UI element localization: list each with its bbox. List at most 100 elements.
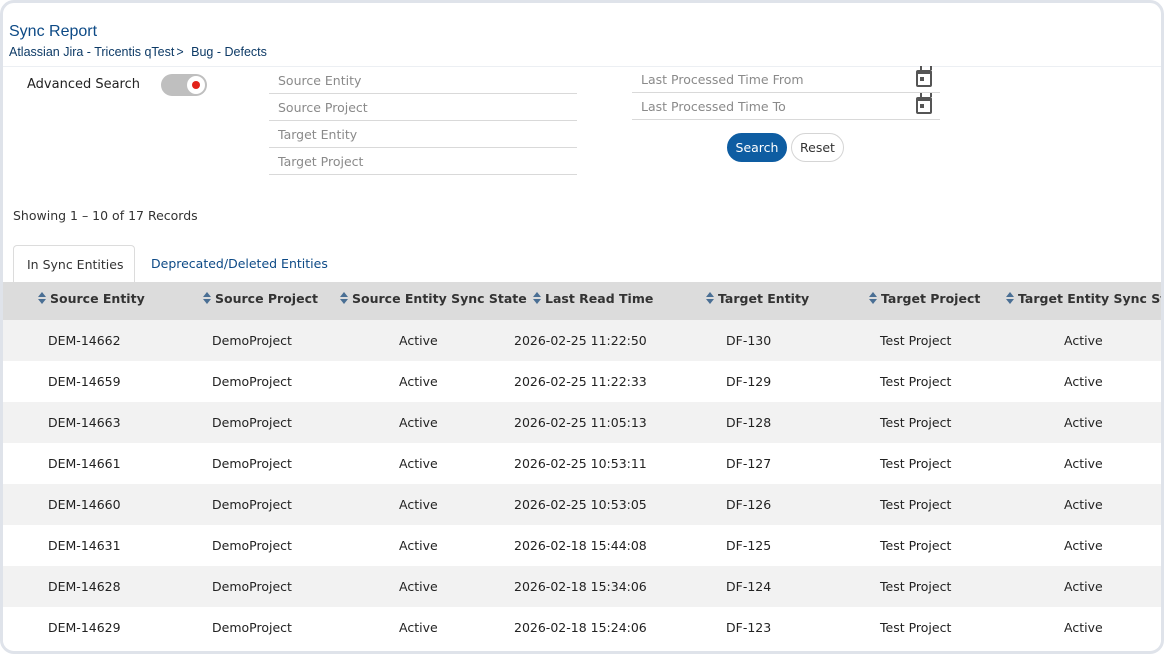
- cell-source-entity[interactable]: DEM-14662: [48, 320, 121, 361]
- sort-icon[interactable]: [706, 291, 714, 304]
- column-header-label: Target Project: [881, 291, 981, 306]
- sort-icon[interactable]: [533, 291, 541, 304]
- cell-target-entity[interactable]: DF-125: [726, 525, 771, 566]
- last-processed-from-field[interactable]: Last Processed Time From: [632, 66, 940, 93]
- column-header-label: Target Entity Sync State: [1018, 291, 1161, 306]
- cell-target-sync-state: Active: [1064, 374, 1103, 389]
- page-title: Sync Report: [9, 23, 98, 40]
- cell-target-project: Test Project: [880, 415, 952, 430]
- table-row[interactable]: DEM-14663 DemoProject Active 2026-02-25 …: [3, 402, 1161, 443]
- table-row[interactable]: DEM-14631 DemoProject Active 2026-02-18 …: [3, 525, 1161, 566]
- cell-last-read-time: 2026-02-25 11:22:50: [514, 333, 647, 348]
- cell-source-entity[interactable]: DEM-14628: [48, 566, 121, 607]
- breadcrumb-item-integration[interactable]: Atlassian Jira - Tricentis qTest: [9, 45, 174, 59]
- cell-target-sync-state: Active: [1064, 620, 1103, 635]
- sort-icon[interactable]: [203, 291, 211, 304]
- target-project-field[interactable]: Target Project: [269, 148, 577, 175]
- cell-target-sync-state: Active: [1064, 456, 1103, 471]
- cell-source-sync-state: Active: [399, 415, 438, 430]
- target-project-placeholder: Target Project: [278, 154, 364, 169]
- column-header-target-entity-sync-state[interactable]: Target Entity Sync State: [1006, 282, 1161, 320]
- cell-source-entity[interactable]: DEM-14629: [48, 607, 121, 648]
- last-processed-to-field[interactable]: Last Processed Time To: [632, 93, 940, 120]
- column-header-last-read-time[interactable]: Last Read Time: [533, 282, 653, 320]
- cell-source-project: DemoProject: [212, 456, 292, 471]
- cell-source-sync-state: Active: [399, 333, 438, 348]
- cell-target-project: Test Project: [880, 497, 952, 512]
- sort-icon[interactable]: [869, 291, 877, 304]
- cell-target-project: Test Project: [880, 374, 952, 389]
- cell-source-sync-state: Active: [399, 620, 438, 635]
- table-row[interactable]: DEM-14628 DemoProject Active 2026-02-18 …: [3, 566, 1161, 607]
- cell-source-entity[interactable]: DEM-14659: [48, 361, 121, 402]
- toggle-knob: [187, 76, 205, 94]
- cell-source-sync-state: Active: [399, 497, 438, 512]
- cell-target-project: Test Project: [880, 620, 952, 635]
- cell-target-project: Test Project: [880, 456, 952, 471]
- cell-source-entity[interactable]: DEM-14631: [48, 525, 121, 566]
- page-header: Sync Report Atlassian Jira - Tricentis q…: [3, 3, 1161, 67]
- calendar-icon[interactable]: [916, 66, 932, 87]
- last-processed-from-placeholder: Last Processed Time From: [641, 72, 804, 87]
- table-body: DEM-14662 DemoProject Active 2026-02-25 …: [3, 320, 1161, 648]
- column-header-target-project[interactable]: Target Project: [869, 282, 980, 320]
- column-header-label: Target Entity: [718, 291, 810, 306]
- table-row[interactable]: DEM-14660 DemoProject Active 2026-02-25 …: [3, 484, 1161, 525]
- cell-target-sync-state: Active: [1064, 415, 1103, 430]
- cell-source-project: DemoProject: [212, 538, 292, 553]
- sync-report-window: Sync Report Atlassian Jira - Tricentis q…: [0, 0, 1164, 654]
- calendar-icon[interactable]: [916, 93, 932, 114]
- cell-target-project: Test Project: [880, 538, 952, 553]
- cell-target-sync-state: Active: [1064, 333, 1103, 348]
- column-header-source-entity-sync-state[interactable]: Source Entity Sync State: [340, 282, 527, 320]
- cell-source-project: DemoProject: [212, 579, 292, 594]
- target-entity-field[interactable]: Target Entity: [269, 121, 577, 148]
- table-row[interactable]: DEM-14629 DemoProject Active 2026-02-18 …: [3, 607, 1161, 648]
- cell-target-entity[interactable]: DF-128: [726, 402, 771, 443]
- cell-last-read-time: 2026-02-18 15:34:06: [514, 579, 647, 594]
- column-header-source-entity[interactable]: Source Entity: [38, 282, 145, 320]
- table-header: Source Entity Source Project Source Enti…: [3, 282, 1161, 320]
- cell-target-entity[interactable]: DF-123: [726, 607, 771, 648]
- cell-target-entity[interactable]: DF-126: [726, 484, 771, 525]
- cell-source-sync-state: Active: [399, 579, 438, 594]
- table-row[interactable]: DEM-14659 DemoProject Active 2026-02-25 …: [3, 361, 1161, 402]
- source-entity-field[interactable]: Source Entity: [269, 67, 577, 94]
- cell-source-entity[interactable]: DEM-14663: [48, 402, 121, 443]
- cell-target-entity[interactable]: DF-124: [726, 566, 771, 607]
- tab-deprecated-deleted-entities[interactable]: Deprecated/Deleted Entities: [138, 245, 341, 283]
- cell-source-project: DemoProject: [212, 374, 292, 389]
- sort-icon[interactable]: [1006, 291, 1014, 304]
- cell-source-sync-state: Active: [399, 374, 438, 389]
- source-entity-placeholder: Source Entity: [278, 73, 362, 88]
- cell-last-read-time: 2026-02-25 11:05:13: [514, 415, 647, 430]
- source-project-field[interactable]: Source Project: [269, 94, 577, 121]
- sort-icon[interactable]: [340, 291, 348, 304]
- cell-source-sync-state: Active: [399, 456, 438, 471]
- column-header-label: Source Entity: [50, 291, 145, 306]
- cell-target-project: Test Project: [880, 579, 952, 594]
- search-button[interactable]: Search: [727, 133, 787, 162]
- table-row[interactable]: DEM-14661 DemoProject Active 2026-02-25 …: [3, 443, 1161, 484]
- cell-target-entity[interactable]: DF-130: [726, 320, 771, 361]
- tab-in-sync-entities[interactable]: In Sync Entities: [13, 245, 135, 283]
- table-row[interactable]: DEM-14662 DemoProject Active 2026-02-25 …: [3, 320, 1161, 361]
- cell-source-sync-state: Active: [399, 538, 438, 553]
- column-header-label: Source Project: [215, 291, 318, 306]
- advanced-search-toggle[interactable]: [161, 74, 207, 96]
- cell-source-project: DemoProject: [212, 333, 292, 348]
- cell-last-read-time: 2026-02-18 15:44:08: [514, 538, 647, 553]
- advanced-search-label: Advanced Search: [27, 77, 141, 92]
- sort-icon[interactable]: [38, 291, 46, 304]
- breadcrumb-separator: >: [176, 45, 184, 59]
- column-header-target-entity[interactable]: Target Entity: [706, 282, 809, 320]
- cell-target-entity[interactable]: DF-129: [726, 361, 771, 402]
- column-header-source-project[interactable]: Source Project: [203, 282, 318, 320]
- cell-source-project: DemoProject: [212, 620, 292, 635]
- column-header-label: Source Entity Sync State: [352, 291, 527, 306]
- cell-source-entity[interactable]: DEM-14661: [48, 443, 121, 484]
- cell-target-entity[interactable]: DF-127: [726, 443, 771, 484]
- cell-source-project: DemoProject: [212, 415, 292, 430]
- reset-button[interactable]: Reset: [791, 133, 844, 162]
- cell-source-entity[interactable]: DEM-14660: [48, 484, 121, 525]
